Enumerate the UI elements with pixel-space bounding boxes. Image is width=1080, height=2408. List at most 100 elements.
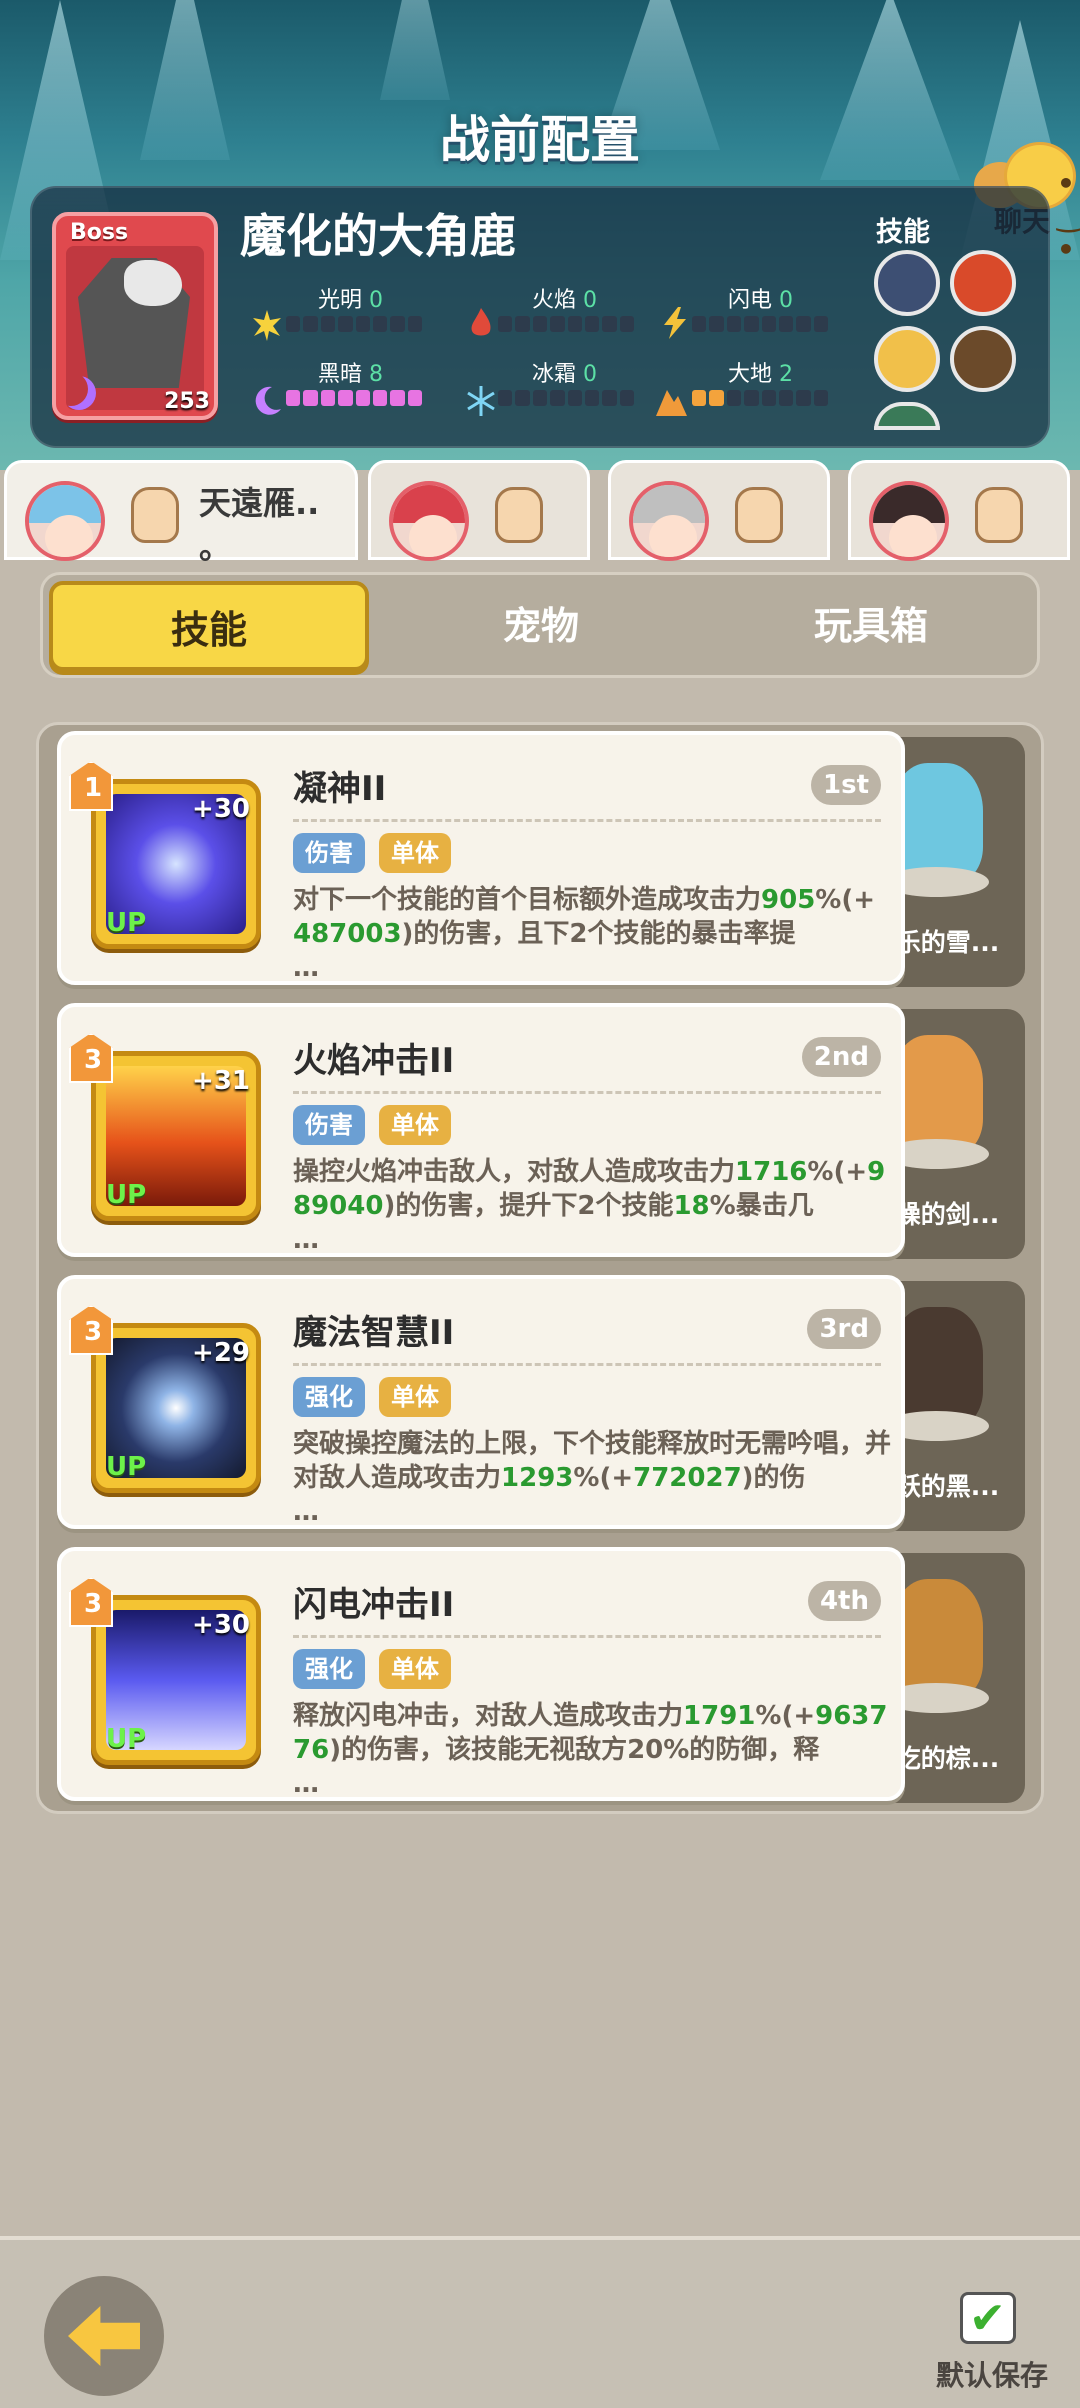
skill-name: 魔法智慧II	[293, 1313, 455, 1353]
element-frost-value: 0	[583, 362, 598, 387]
element-bar-segment	[813, 390, 828, 406]
tag-single: 单体	[379, 1105, 451, 1145]
skill-card-3[interactable]: +29 UP 3 魔法智慧II 3rd 强化 单体 突破操控魔法的上限，下个技能…	[57, 1275, 905, 1529]
skill-rank: 3	[83, 1045, 103, 1075]
element-bar-segment	[619, 390, 634, 406]
element-bar-segment	[355, 316, 370, 332]
tab-skills[interactable]: 技能	[49, 581, 369, 671]
element-bar-segment	[498, 390, 513, 406]
tap-hand-icon	[975, 487, 1023, 543]
element-earth-value: 2	[779, 362, 794, 387]
dark-element-icon	[62, 376, 96, 410]
skill-rank: 1	[83, 773, 103, 803]
element-bar-segment	[744, 390, 759, 406]
skill-up-badge: UP	[106, 908, 147, 938]
back-arrow-icon	[68, 2306, 140, 2366]
element-earth-name: 大地	[728, 362, 773, 387]
element-bar-segment	[726, 316, 742, 332]
tap-hand-icon	[131, 487, 179, 543]
element-bar-segment	[372, 390, 388, 406]
tag-single: 单体	[379, 1377, 451, 1417]
party-tab-1[interactable]: 天遠雁.. 。	[4, 460, 358, 566]
element-bar-segment	[286, 316, 301, 332]
divider	[293, 1635, 881, 1638]
element-light-value: 0	[369, 288, 384, 313]
element-bar-segment	[407, 316, 422, 332]
skill-name: 凝神II	[293, 769, 387, 809]
skill-icon-focus: +30 UP	[91, 779, 261, 949]
element-bar-segment	[796, 390, 811, 406]
element-bar-segment	[584, 390, 600, 406]
avatar	[869, 481, 949, 561]
element-lightning-bar	[692, 316, 828, 332]
element-bar-segment	[303, 390, 318, 406]
skill-rank-badge: 3	[69, 1577, 113, 1627]
party-tab-2[interactable]	[368, 460, 590, 561]
element-bar-segment	[602, 390, 617, 406]
party-tab-4[interactable]	[848, 460, 1070, 561]
fire-icon	[464, 306, 498, 340]
boss-skill-bird-icon[interactable]	[874, 250, 940, 316]
tag-damage: 伤害	[293, 833, 365, 873]
tab-toybox[interactable]: 玩具箱	[711, 581, 1031, 671]
element-bar-segment	[320, 390, 336, 406]
element-bar-segment	[726, 390, 742, 406]
element-dark-value: 8	[369, 362, 384, 387]
element-bar-segment	[813, 316, 828, 332]
element-bar-segment	[390, 390, 405, 406]
party-tab-3[interactable]	[608, 460, 830, 561]
element-bar-segment	[796, 316, 811, 332]
tag-single: 单体	[379, 1649, 451, 1689]
earth-icon	[654, 384, 688, 418]
default-save-checkbox[interactable]: ✔	[960, 2292, 1016, 2344]
skill-plus: +31	[192, 1066, 250, 1096]
element-bar-segment	[602, 316, 617, 332]
check-icon: ✔	[969, 2293, 1006, 2344]
element-bar-segment	[338, 316, 353, 332]
element-bar-segment	[372, 316, 388, 332]
divider	[293, 819, 881, 822]
tag-single: 单体	[379, 833, 451, 873]
footer-bar: ✔ 默认保存	[0, 2236, 1080, 2408]
tag-buff: 强化	[293, 1377, 365, 1417]
element-light-bar	[286, 316, 422, 332]
boss-portrait[interactable]: Boss 253	[52, 212, 218, 420]
skill-plus: +30	[192, 794, 250, 824]
boss-skill-strike-icon[interactable]	[950, 250, 1016, 316]
element-bar-segment	[338, 390, 353, 406]
skill-description: 释放闪电冲击，对敌人造成攻击力1791%(+963776)的伤害，该技能无视敌方…	[293, 1701, 888, 1799]
boss-tag: Boss	[70, 220, 129, 245]
avatar	[25, 481, 105, 561]
party-member-name: 天遠雁.. 。	[199, 484, 320, 566]
element-bar-segment	[320, 316, 336, 332]
boss-skill-beast-icon[interactable]	[950, 326, 1016, 392]
skill-name: 火焰冲击II	[293, 1041, 455, 1081]
skill-description: 操控火焰冲击敌人，对敌人造成攻击力1716%(+989040)的伤害，提升下2个…	[293, 1157, 886, 1255]
tab-pets[interactable]: 宠物	[381, 581, 701, 671]
element-lightning-name: 闪电	[728, 288, 773, 313]
back-button[interactable]	[44, 2276, 164, 2396]
skill-up-badge: UP	[106, 1180, 147, 1210]
element-bar-segment	[761, 316, 776, 332]
divider	[293, 1091, 881, 1094]
skill-order-badge: 3rd	[807, 1309, 881, 1349]
skill-up-badge: UP	[106, 1452, 147, 1482]
skill-description: 对下一个技能的首个目标额外造成攻击力905%(+487003)的伤害，且下2个技…	[293, 885, 876, 983]
element-bar-segment	[744, 316, 759, 332]
element-bar-segment	[498, 316, 513, 332]
element-bar-segment	[532, 316, 548, 332]
lightning-icon	[658, 306, 692, 340]
skill-card-4[interactable]: +30 UP 3 闪电冲击II 4th 强化 单体 释放闪电冲击，对敌人造成攻击…	[57, 1547, 905, 1801]
skill-rank-badge: 3	[69, 1305, 113, 1355]
skill-order-badge: 4th	[807, 1581, 881, 1621]
frost-icon	[464, 384, 498, 418]
element-bar-segment	[532, 390, 548, 406]
skill-card-1[interactable]: +30 UP 1 凝神II 1st 伤害 单体 对下一个技能的首个目标额外造成攻…	[57, 731, 905, 985]
skill-rank: 3	[83, 1589, 103, 1619]
tag-damage: 伤害	[293, 1105, 365, 1145]
page-title: 战前配置	[440, 111, 640, 169]
boss-name: 魔化的大角鹿	[240, 209, 516, 263]
divider	[293, 1363, 881, 1366]
skill-card-2[interactable]: +31 UP 3 火焰冲击II 2nd 伤害 单体 操控火焰冲击敌人，对敌人造成…	[57, 1003, 905, 1257]
boss-skill-lion-icon[interactable]	[874, 326, 940, 392]
